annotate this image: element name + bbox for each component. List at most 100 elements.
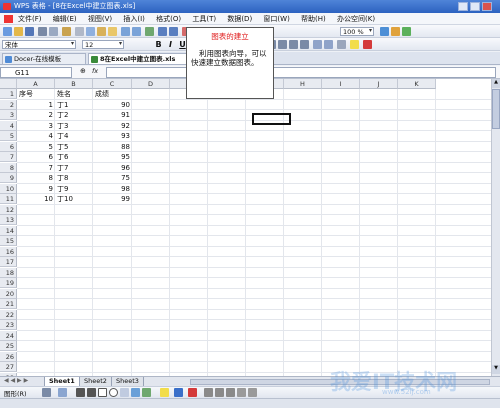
menu-insert[interactable]: 插入(I) [123, 15, 145, 23]
open-icon[interactable] [14, 27, 23, 36]
wordart-icon[interactable] [131, 388, 140, 397]
menu-view[interactable]: 视图(V) [88, 15, 112, 23]
cell-a2[interactable]: 1 [17, 100, 55, 110]
name-box[interactable]: G11 [0, 67, 72, 78]
line-style-icon[interactable] [204, 388, 213, 397]
oval-icon[interactable] [109, 388, 118, 397]
row-header-5[interactable]: 5 [0, 131, 17, 141]
cell-b6[interactable]: 丁5 [55, 142, 70, 152]
cell-c2[interactable]: 90 [93, 100, 132, 110]
bold-button[interactable]: B [153, 39, 164, 50]
sort-desc-icon[interactable] [169, 27, 178, 36]
column-header-b[interactable]: B [55, 79, 93, 89]
row-header-19[interactable]: 19 [0, 278, 17, 288]
rectangle-icon[interactable] [98, 388, 107, 397]
cell-c1[interactable]: 成绩 [93, 89, 111, 99]
menu-tools[interactable]: 工具(T) [192, 15, 216, 23]
print-preview-icon[interactable] [49, 27, 58, 36]
zoom-in-icon[interactable]: ⊕ [80, 67, 86, 75]
italic-button[interactable]: I [165, 39, 176, 50]
increase-decimal-icon[interactable] [289, 40, 298, 49]
sheet-nav-icon[interactable]: ◀ ◀ ▶ ▶ [4, 377, 28, 384]
column-header-i[interactable]: I [322, 79, 360, 89]
cell-c10[interactable]: 98 [93, 184, 132, 194]
cell-c3[interactable]: 91 [93, 110, 132, 120]
worksheet-grid[interactable]: ABCDEFGHIJK12345678910111213141516171819… [0, 79, 491, 376]
copy-icon[interactable] [86, 27, 95, 36]
column-header-k[interactable]: K [398, 79, 436, 89]
scroll-up-icon[interactable]: ▲ [492, 79, 500, 88]
cell-c6[interactable]: 88 [93, 142, 132, 152]
paste-icon[interactable] [97, 27, 106, 36]
maximize-button[interactable] [470, 2, 480, 11]
select-all-corner[interactable] [0, 79, 17, 89]
decrease-decimal-icon[interactable] [300, 40, 309, 49]
cell-a7[interactable]: 6 [17, 152, 55, 162]
row-header-7[interactable]: 7 [0, 152, 17, 162]
row-header-9[interactable]: 9 [0, 173, 17, 183]
fx-button[interactable]: fx [92, 67, 98, 75]
row-header-25[interactable]: 25 [0, 341, 17, 351]
arrow-icon[interactable] [87, 388, 96, 397]
cut-icon[interactable] [75, 27, 84, 36]
arrow-style-icon[interactable] [226, 388, 235, 397]
row-header-24[interactable]: 24 [0, 330, 17, 341]
cell-a3[interactable]: 2 [17, 110, 55, 120]
minimize-button[interactable] [458, 2, 468, 11]
row-header-15[interactable]: 15 [0, 236, 17, 246]
row-header-10[interactable]: 10 [0, 183, 17, 194]
print-icon[interactable] [38, 27, 47, 36]
row-header-26[interactable]: 26 [0, 351, 17, 362]
dash-style-icon[interactable] [215, 388, 224, 397]
cell-a6[interactable]: 5 [17, 142, 55, 152]
row-header-14[interactable]: 14 [0, 225, 17, 236]
textbox-icon[interactable] [120, 388, 129, 397]
save-icon[interactable] [25, 27, 34, 36]
drawing-menu[interactable]: 图形(R) [4, 388, 27, 398]
cell-c8[interactable]: 96 [93, 163, 132, 173]
outdent-icon[interactable] [324, 40, 333, 49]
cell-a9[interactable]: 8 [17, 173, 55, 183]
select-pointer-icon[interactable] [42, 388, 51, 397]
row-header-1[interactable]: 1 [0, 89, 17, 99]
sheet-tab-sheet2[interactable]: Sheet2 [79, 377, 112, 386]
row-header-11[interactable]: 11 [0, 194, 17, 204]
tab-docer-templates[interactable]: Docer-在线模板 [2, 53, 86, 64]
row-header-16[interactable]: 16 [0, 246, 17, 257]
cell-c4[interactable]: 92 [93, 121, 132, 131]
online-icon[interactable] [402, 27, 411, 36]
row-header-27[interactable]: 27 [0, 362, 17, 372]
menu-file[interactable]: 文件(F) [18, 15, 42, 23]
shadow-icon[interactable] [237, 388, 246, 397]
row-header-6[interactable]: 6 [0, 141, 17, 152]
spellcheck-icon[interactable] [62, 27, 71, 36]
menu-format[interactable]: 格式(O) [156, 15, 181, 23]
cell-b9[interactable]: 丁8 [55, 173, 70, 183]
cell-b2[interactable]: 丁1 [55, 100, 70, 110]
close-button[interactable] [482, 2, 492, 11]
fill-color-icon[interactable] [350, 40, 359, 49]
text-color-icon[interactable] [188, 388, 197, 397]
selected-cell-g11[interactable] [252, 113, 291, 125]
indent-icon[interactable] [313, 40, 322, 49]
row-header-21[interactable]: 21 [0, 299, 17, 309]
undo-icon[interactable] [121, 27, 130, 36]
shape-fill-icon[interactable] [160, 388, 169, 397]
redo-icon[interactable] [132, 27, 141, 36]
line-icon[interactable] [76, 388, 85, 397]
cell-b8[interactable]: 丁7 [55, 163, 70, 173]
column-header-d[interactable]: D [132, 79, 170, 89]
cell-c7[interactable]: 95 [93, 152, 132, 162]
cell-b10[interactable]: 丁9 [55, 184, 70, 194]
row-header-17[interactable]: 17 [0, 257, 17, 267]
menu-help[interactable]: 帮助(H) [301, 15, 326, 23]
text-box-shape[interactable]: 图表的建立 利用图表向导，可以快速建立数据图表。 [186, 27, 274, 99]
cell-b1[interactable]: 姓名 [55, 89, 73, 99]
sheet-tab-sheet3[interactable]: Sheet3 [111, 377, 144, 386]
format-painter-icon[interactable] [108, 27, 117, 36]
line-color-icon[interactable] [174, 388, 183, 397]
menu-data[interactable]: 数据(D) [227, 15, 252, 23]
column-header-a[interactable]: A [17, 79, 55, 89]
hyperlink-icon[interactable] [145, 27, 154, 36]
formula-input[interactable] [106, 67, 496, 78]
